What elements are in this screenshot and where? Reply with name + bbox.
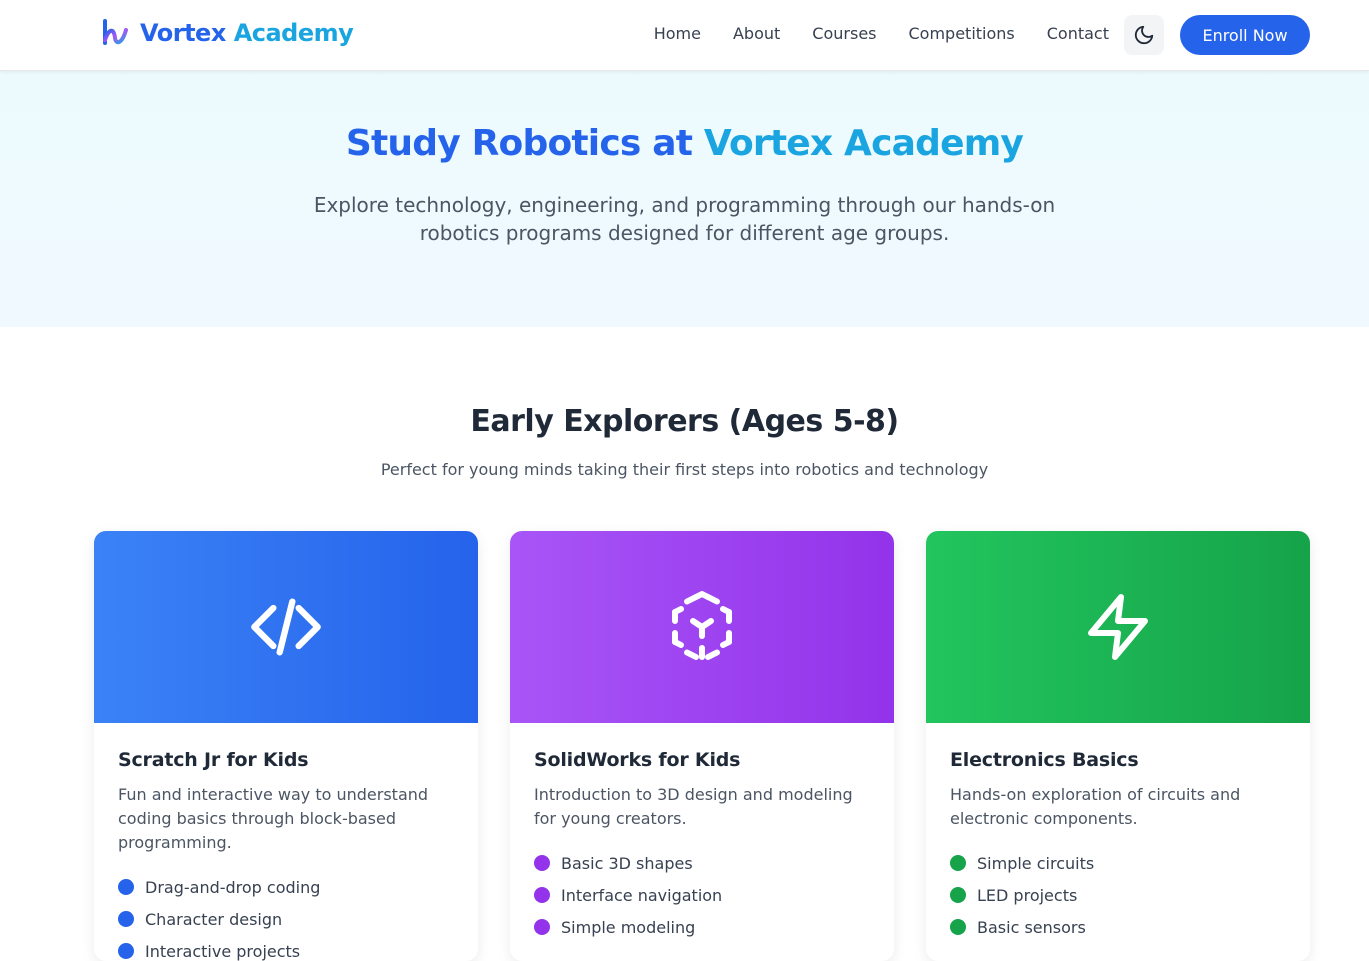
- course-card-electronics[interactable]: Electronics Basics Hands-on exploration …: [926, 531, 1310, 961]
- course-card-solidworks[interactable]: SolidWorks for Kids Introduction to 3D d…: [510, 531, 894, 961]
- section-subtitle: Perfect for young minds taking their fir…: [380, 460, 989, 479]
- feature-item: Interactive projects: [118, 935, 454, 961]
- nav-link-home[interactable]: Home: [654, 22, 701, 46]
- bullet-dot-icon: [534, 855, 550, 871]
- navbar: Vortex Academy Home About Courses Compet…: [0, 0, 1369, 71]
- feature-label: Character design: [145, 909, 283, 929]
- brand[interactable]: Vortex Academy: [100, 18, 354, 48]
- bullet-dot-icon: [534, 887, 550, 903]
- feature-item: Simple modeling: [534, 911, 870, 943]
- cube-icon: [672, 591, 732, 660]
- bullet-dot-icon: [118, 879, 134, 895]
- card-title: Scratch Jr for Kids: [118, 749, 309, 771]
- bullet-dot-icon: [534, 919, 550, 935]
- brand-name: Vortex Academy: [140, 19, 354, 47]
- card-body: Scratch Jr for Kids Fun and interactive …: [94, 723, 478, 961]
- feature-item: Drag-and-drop coding: [118, 871, 454, 903]
- card-description: Fun and interactive way to understand co…: [118, 785, 429, 852]
- hero-subtitle: Explore technology, engineering, and pro…: [313, 193, 1056, 245]
- hero-title: Study Robotics at Vortex Academy: [0, 123, 1369, 164]
- enroll-now-button[interactable]: Enroll Now: [1180, 15, 1310, 55]
- card-header: [510, 531, 894, 723]
- course-card-scratch-jr[interactable]: Scratch Jr for Kids Fun and interactive …: [94, 531, 478, 961]
- bullet-dot-icon: [950, 919, 966, 935]
- feature-item: Interface navigation: [534, 879, 870, 911]
- lightning-icon: [1088, 594, 1148, 660]
- card-title: Electronics Basics: [950, 749, 1139, 771]
- hero-title-part2: Vortex Academy: [703, 123, 1024, 164]
- card-description: Hands-on exploration of circuits and ele…: [950, 785, 1241, 828]
- code-icon: [251, 598, 321, 656]
- feature-item: Simple circuits: [950, 847, 1286, 879]
- card-title: SolidWorks for Kids: [534, 749, 741, 771]
- vortex-logo-icon: [103, 19, 128, 45]
- card-body: Electronics Basics Hands-on exploration …: [926, 723, 1310, 943]
- feature-item: Basic 3D shapes: [534, 847, 870, 879]
- brand-name-part2: Academy: [233, 19, 354, 47]
- nav-links: Home About Courses Competitions Contact: [654, 22, 1109, 46]
- feature-item: LED projects: [950, 879, 1286, 911]
- brand-name-part1: Vortex: [140, 19, 226, 47]
- feature-label: Basic sensors: [977, 917, 1086, 937]
- bullet-dot-icon: [118, 943, 134, 959]
- nav-link-competitions[interactable]: Competitions: [909, 22, 1015, 46]
- bullet-dot-icon: [118, 911, 134, 927]
- feature-label: Simple modeling: [561, 917, 696, 937]
- feature-label: Interactive projects: [145, 941, 301, 961]
- bullet-dot-icon: [950, 855, 966, 871]
- hero-title-part1: Study Robotics at: [345, 123, 693, 164]
- card-body: SolidWorks for Kids Introduction to 3D d…: [510, 723, 894, 943]
- nav-link-about[interactable]: About: [733, 22, 780, 46]
- nav-link-courses[interactable]: Courses: [812, 22, 876, 46]
- card-header: [94, 531, 478, 723]
- feature-label: LED projects: [977, 885, 1078, 905]
- feature-label: Basic 3D shapes: [561, 853, 693, 873]
- section-title: Early Explorers (Ages 5-8): [470, 404, 899, 439]
- feature-label: Simple circuits: [977, 853, 1095, 873]
- feature-label: Interface navigation: [561, 885, 723, 905]
- feature-item: Basic sensors: [950, 911, 1286, 943]
- card-header: [926, 531, 1310, 723]
- bullet-dot-icon: [950, 887, 966, 903]
- moon-icon: [1134, 25, 1154, 45]
- feature-item: Character design: [118, 903, 454, 935]
- feature-label: Drag-and-drop coding: [145, 877, 321, 897]
- card-description: Introduction to 3D design and modeling f…: [534, 785, 853, 828]
- theme-toggle-button[interactable]: [1124, 15, 1164, 55]
- hero-section: Study Robotics at Vortex Academy Explore…: [0, 71, 1369, 327]
- nav-link-contact[interactable]: Contact: [1047, 22, 1109, 46]
